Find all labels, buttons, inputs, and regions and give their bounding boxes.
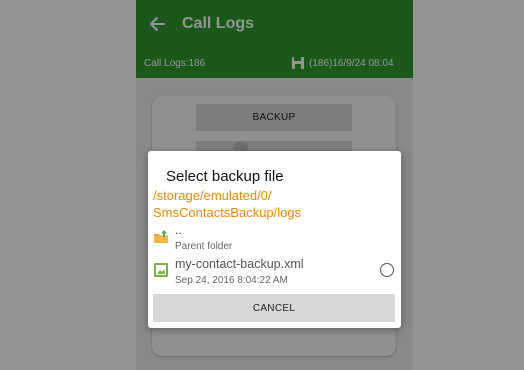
parent-folder-name: .. [175, 223, 182, 237]
select-backup-dialog: Select backup file /storage/emulated/0/ … [148, 151, 401, 328]
file-icon [153, 262, 169, 278]
dialog-title: Select backup file [166, 168, 284, 185]
file-date: Sep 24, 2016 8:04:22 AM [175, 275, 288, 286]
path-line-1: /storage/emulated/0/ [153, 188, 272, 203]
parent-folder-label: Parent folder [175, 241, 233, 252]
file-select-radio[interactable] [380, 263, 394, 277]
file-name: my-contact-backup.xml [175, 257, 304, 271]
current-path: /storage/emulated/0/ SmsContactsBackup/l… [153, 187, 393, 221]
path-line-2: SmsContactsBackup/logs [153, 205, 302, 220]
folder-up-icon [153, 229, 169, 245]
cancel-button[interactable]: CANCEL [153, 294, 395, 322]
